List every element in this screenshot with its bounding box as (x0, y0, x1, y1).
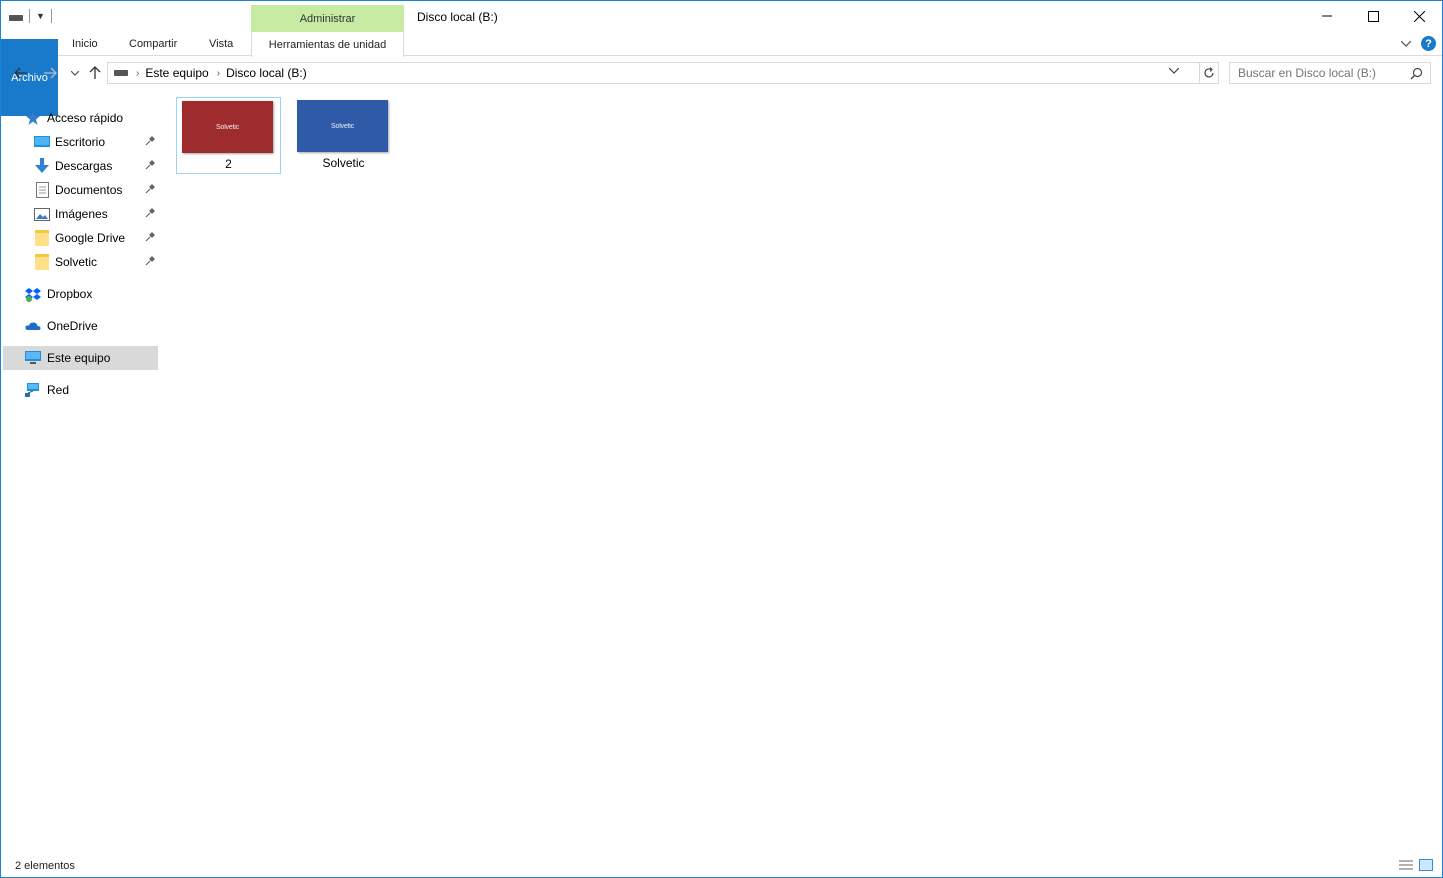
nav-item-label: Descargas (55, 159, 113, 173)
thumbnail-logo: Solvetic (331, 122, 354, 130)
close-button[interactable] (1396, 1, 1442, 31)
tab-inicio[interactable]: Inicio (62, 32, 108, 56)
expand-ribbon-chevron-icon[interactable] (1401, 40, 1411, 47)
nav-item-label: Dropbox (47, 287, 93, 301)
pin-icon[interactable] (144, 255, 156, 267)
nav-item-onedrive[interactable]: OneDrive (3, 314, 158, 338)
download-icon (34, 158, 50, 174)
folder-icon (34, 254, 50, 270)
folder-icon (34, 230, 50, 246)
nav-item-solvetic[interactable]: Solvetic (3, 250, 158, 274)
nav-item-label: Google Drive (55, 231, 126, 245)
refresh-button[interactable] (1200, 62, 1219, 84)
window-title: Disco local (B:) (417, 10, 498, 24)
nav-item-label: Documentos (55, 183, 123, 197)
maximize-button[interactable] (1350, 1, 1396, 31)
search-box[interactable] (1229, 62, 1431, 84)
pictures-icon (34, 206, 50, 222)
chevron-down-icon (71, 70, 79, 76)
back-button[interactable] (12, 64, 30, 82)
nav-item-este-equipo[interactable]: Este equipo (3, 346, 158, 370)
nav-item-label: Imágenes (55, 207, 108, 221)
refresh-icon (1204, 67, 1214, 78)
nav-item-documentos[interactable]: Documentos (3, 178, 158, 202)
network-icon (25, 382, 41, 398)
toolbar-separator (29, 9, 30, 23)
file-item[interactable]: Solvetic 2 (176, 97, 281, 174)
tab-herramientas-de-unidad[interactable]: Herramientas de unidad (251, 32, 404, 57)
forward-button[interactable] (41, 64, 59, 82)
close-icon (1413, 10, 1425, 22)
large-icons-view-icon[interactable] (1417, 856, 1435, 874)
nav-item-acceso-rapido[interactable]: Acceso rápido (3, 106, 158, 130)
computer-icon (25, 350, 41, 366)
file-item[interactable]: Solvetic Solvetic (292, 97, 397, 174)
toolbar-separator (50, 9, 52, 23)
onedrive-cloud-icon (25, 318, 41, 334)
nav-item-dropbox[interactable]: Dropbox (3, 282, 158, 306)
drive-icon[interactable] (9, 15, 23, 21)
recent-locations-button[interactable] (66, 64, 84, 82)
pin-icon[interactable] (144, 207, 156, 219)
nav-item-descargas[interactable]: Descargas (3, 154, 158, 178)
explorer-window: ▼ Administrar Disco local (B:) Archivo I… (0, 0, 1443, 878)
tab-vista[interactable]: Vista (199, 32, 243, 56)
nav-item-label: Escritorio (55, 135, 106, 149)
nav-item-label: Acceso rápido (47, 111, 124, 125)
breadcrumb-chevron-icon[interactable]: › (217, 68, 220, 79)
nav-item-google-drive[interactable]: Google Drive (3, 226, 158, 250)
file-list: Solvetic 2 Solvetic Solvetic (159, 90, 1442, 850)
minimize-icon (1322, 15, 1332, 17)
maximize-icon (1367, 10, 1379, 22)
context-tab-group-label: Administrar (251, 5, 404, 32)
search-input[interactable] (1230, 66, 1400, 80)
pin-icon[interactable] (144, 135, 156, 147)
view-toggle-buttons (1397, 856, 1435, 874)
drive-icon (114, 70, 128, 76)
nav-item-escritorio[interactable]: Escritorio (3, 130, 158, 154)
dropbox-icon (25, 286, 41, 302)
title-bar: ▼ Administrar Disco local (B:) (1, 1, 1442, 32)
image-thumbnail: Solvetic (297, 100, 388, 152)
arrow-right-icon (44, 67, 57, 79)
ribbon-tab-bar: Archivo Inicio Compartir Vista Herramien… (1, 32, 1442, 116)
navigation-pane: Acceso rápido Escritorio Descargas Docum… (1, 101, 159, 401)
arrow-up-icon (89, 66, 101, 79)
address-row: › Este equipo › Disco local (B:) (1, 56, 1442, 90)
documents-icon (34, 182, 50, 198)
details-view-icon[interactable] (1397, 856, 1415, 874)
nav-item-imagenes[interactable]: Imágenes (3, 202, 158, 226)
image-thumbnail: Solvetic (182, 101, 273, 153)
nav-item-label: Red (47, 383, 70, 397)
nav-item-label: Este equipo (47, 351, 111, 365)
pin-icon[interactable] (144, 183, 156, 195)
pin-icon[interactable] (144, 231, 156, 243)
quick-access-toolbar: ▼ (9, 7, 52, 25)
star-icon (25, 110, 41, 126)
breadcrumb-disco-local[interactable]: Disco local (B:) (226, 66, 307, 80)
nav-item-red[interactable]: Red (3, 378, 158, 402)
thumbnail-logo: Solvetic (216, 123, 239, 131)
help-icon[interactable]: ? (1421, 36, 1436, 51)
file-name: Solvetic (322, 156, 365, 170)
customize-toolbar-chevron-icon[interactable]: ▼ (36, 11, 45, 21)
minimize-button[interactable] (1304, 1, 1350, 31)
file-name: 2 (225, 157, 232, 171)
address-bar[interactable]: › Este equipo › Disco local (B:) (107, 62, 1200, 84)
tab-compartir[interactable]: Compartir (119, 32, 187, 56)
search-icon[interactable] (1410, 67, 1423, 80)
nav-item-label: OneDrive (47, 319, 98, 333)
up-button[interactable] (86, 64, 104, 82)
status-item-count: 2 elementos (15, 860, 75, 872)
breadcrumb-este-equipo[interactable]: Este equipo (145, 66, 208, 80)
nav-item-label: Solvetic (55, 255, 98, 269)
pin-icon[interactable] (144, 159, 156, 171)
arrow-left-icon (14, 67, 27, 79)
ribbon-controls: ? (1401, 36, 1436, 51)
breadcrumb-chevron-icon[interactable]: › (136, 68, 139, 79)
address-dropdown-icon[interactable] (1168, 66, 1180, 77)
desktop-icon (34, 134, 50, 150)
